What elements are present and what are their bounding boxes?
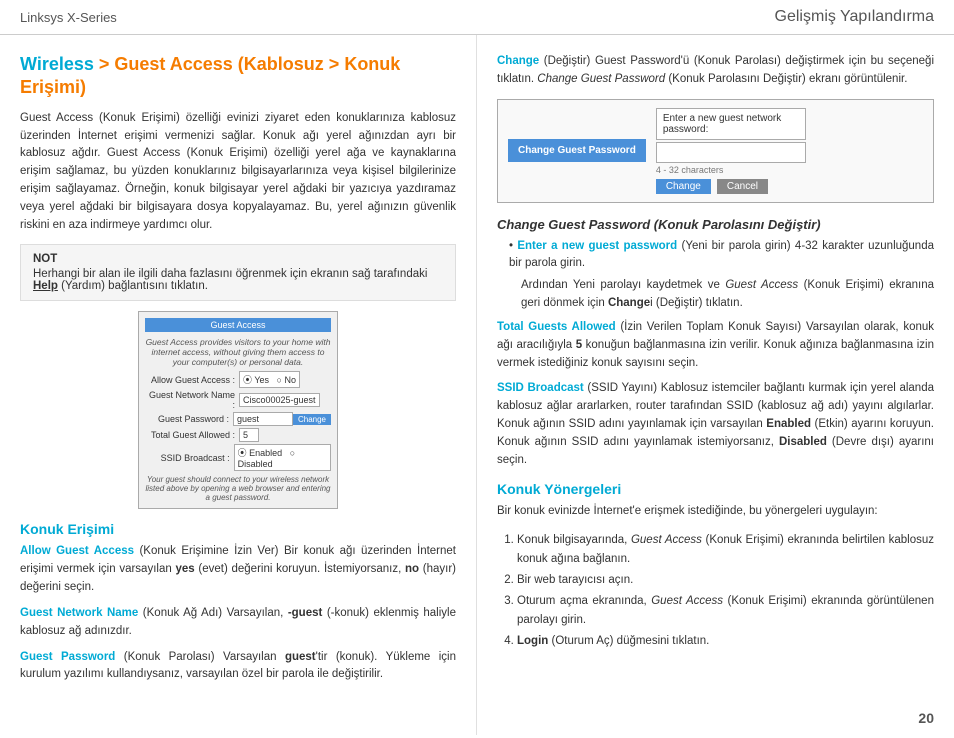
change-term: Change — [497, 55, 539, 67]
tip-item-2: Bir web tarayıcısı açın. — [517, 571, 934, 589]
tips-intro: Bir konuk evinizde İnternet'e erişmek is… — [497, 503, 934, 521]
screenshot-row-password: Guest Password : guest Change — [145, 412, 331, 426]
change-pwd-hint: 4 - 32 characters — [656, 165, 806, 175]
main-content: Wireless > Guest Access (Kablosuz > Konu… — [0, 35, 954, 735]
change-pwd-box-right: Enter a new guest network password: 4 - … — [656, 108, 806, 194]
screenshot-title: Guest Access — [145, 318, 331, 332]
screenshot-row-network: Guest Network Name : Cisco00025-guest — [145, 390, 331, 410]
screenshot-change-btn[interactable]: Change — [293, 414, 331, 425]
enter-pwd-sub: Ardından Yeni parolayı kaydetmek ve Gues… — [521, 277, 934, 313]
change-pwd-section-title: Change Guest Password (Konuk Parolasını … — [497, 217, 934, 232]
screenshot-row-total: Total Guest Allowed : 5 — [145, 428, 331, 442]
allow-guest-para: Allow Guest Access (Konuk Erişimine İzin… — [20, 543, 456, 596]
note-label: NOT — [33, 253, 443, 265]
change-pwd-change-btn[interactable]: Change — [656, 179, 711, 194]
right-column: Change (Değiştir) Guest Password'ü (Konu… — [477, 35, 954, 735]
tip-item-1: Konuk bilgisayarında, Guest Access (Konu… — [517, 531, 934, 568]
screenshot-row-allow: Allow Guest Access : ⦿ Yes ○ No — [145, 371, 331, 388]
tip-item-4: Login (Oturum Aç) düğmesini tıklatın. — [517, 632, 934, 650]
header-right-title: Gelişmiş Yapılandırma — [775, 8, 934, 26]
tips-list: Konuk bilgisayarında, Guest Access (Konu… — [517, 531, 934, 650]
page-header: Linksys X-Series Gelişmiş Yapılandırma — [0, 0, 954, 35]
change-pwd-cancel-btn[interactable]: Cancel — [717, 179, 768, 194]
screenshot-footer: Your guest should connect to your wirele… — [145, 475, 331, 502]
enter-pwd-term: Enter a new guest password — [517, 240, 677, 252]
note-text: Herhangi bir alan ile ilgili daha fazlas… — [33, 268, 427, 292]
change-pwd-box-field-label: Enter a new guest network password: — [656, 108, 806, 140]
total-guests-title: Total Guests Allowed — [497, 321, 616, 333]
section-konuk-heading: Konuk Erişimi — [20, 521, 456, 537]
intro-paragraph: Guest Access (Konuk Erişimi) özelliği ev… — [20, 110, 456, 235]
change-intro-section: Change (Değiştir) Guest Password'ü (Konu… — [497, 53, 934, 203]
enter-pwd-bullet-section: Enter a new guest password (Yeni bir par… — [497, 238, 934, 313]
allow-guest-title: Allow Guest Access — [20, 545, 134, 557]
network-name-title: Guest Network Name — [20, 607, 138, 619]
header-left-title: Linksys X-Series — [20, 10, 117, 25]
change-pwd-input[interactable] — [656, 142, 806, 163]
network-name-para: Guest Network Name (Konuk Ağ Adı) Varsay… — [20, 605, 456, 641]
total-guests-para: Total Guests Allowed (İzin Verilen Topla… — [497, 319, 934, 372]
guest-pwd-title: Guest Password — [20, 651, 115, 663]
help-link[interactable]: Help — [33, 280, 58, 292]
screenshot-desc: Guest Access provides visitors to your h… — [145, 337, 331, 367]
left-column: Wireless > Guest Access (Kablosuz > Konu… — [0, 35, 477, 735]
change-pwd-box-label: Change Guest Password — [508, 139, 646, 162]
enter-pwd-bullet: Enter a new guest password (Yeni bir par… — [509, 238, 934, 274]
change-password-box: Change Guest Password Enter a new guest … — [497, 99, 934, 203]
title-wireless: Wireless — [20, 54, 94, 74]
change-intro-para: Change (Değiştir) Guest Password'ü (Konu… — [497, 53, 934, 89]
page-title: Wireless > Guest Access (Kablosuz > Konu… — [20, 53, 456, 100]
ssid-title: SSID Broadcast — [497, 382, 584, 394]
ssid-para: SSID Broadcast (SSID Yayını) Kablosuz is… — [497, 380, 934, 469]
note-box: NOT Herhangi bir alan ile ilgili daha fa… — [20, 244, 456, 301]
screenshot-row-ssid: SSID Broadcast : ⦿ Enabled ○ Disabled — [145, 444, 331, 471]
screenshot-image: Guest Access Guest Access provides visit… — [138, 311, 338, 509]
guest-pwd-para: Guest Password (Konuk Parolası) Varsayıl… — [20, 649, 456, 685]
page-number: 20 — [918, 710, 934, 726]
change-pwd-btn-row: Change Cancel — [656, 179, 806, 194]
tips-heading: Konuk Yönergeleri — [497, 481, 934, 497]
tip-item-3: Oturum açma ekranında, Guest Access (Kon… — [517, 592, 934, 629]
